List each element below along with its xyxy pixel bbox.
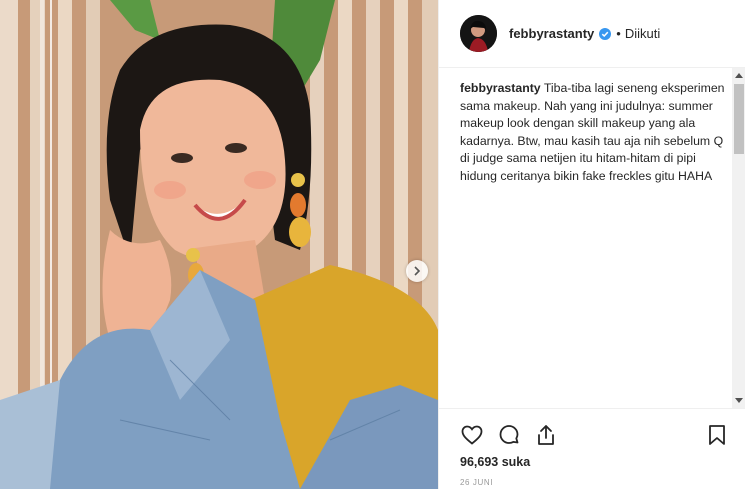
- comments-scrollbar[interactable]: [732, 68, 745, 408]
- verified-badge-icon: [599, 27, 612, 40]
- scroll-up-arrow[interactable]: [732, 68, 745, 82]
- post-actions: 96,693 suka 26 JUNI: [439, 408, 745, 489]
- next-photo-button[interactable]: [406, 260, 428, 282]
- action-icons: [460, 423, 558, 447]
- comment-icon: [499, 425, 519, 444]
- avatar-image: [460, 15, 497, 52]
- post-side-panel: febbyrastanty • Diikuti febbyrastanty Ti…: [438, 0, 745, 489]
- scroll-down-arrow[interactable]: [732, 394, 745, 408]
- caption: febbyrastanty Tiba-tiba lagi seneng eksp…: [460, 80, 728, 185]
- post-header: febbyrastanty • Diikuti: [439, 0, 745, 68]
- separator-dot: •: [616, 26, 621, 41]
- like-button[interactable]: [460, 423, 484, 447]
- post-photo[interactable]: [0, 0, 438, 489]
- username-link[interactable]: febbyrastanty: [509, 26, 594, 41]
- avatar[interactable]: [460, 15, 497, 52]
- save-button[interactable]: [705, 423, 729, 447]
- share-button[interactable]: [534, 423, 558, 447]
- photo-image: [0, 0, 438, 489]
- chevron-right-icon: [414, 266, 421, 276]
- scroll-up-icon: [735, 73, 743, 78]
- likes-count[interactable]: 96,693 suka: [460, 455, 530, 469]
- caption-username[interactable]: febbyrastanty: [460, 81, 541, 95]
- heart-icon: [461, 425, 483, 445]
- scroll-thumb[interactable]: [734, 84, 744, 154]
- bookmark-icon: [709, 425, 725, 445]
- share-icon: [538, 425, 554, 445]
- follow-status-button[interactable]: Diikuti: [625, 26, 660, 41]
- comment-button[interactable]: [497, 423, 521, 447]
- caption-text: Tiba-tiba lagi seneng eksperimen sama ma…: [460, 81, 725, 183]
- scroll-down-icon: [735, 398, 743, 403]
- post-date[interactable]: 26 JUNI: [460, 478, 493, 487]
